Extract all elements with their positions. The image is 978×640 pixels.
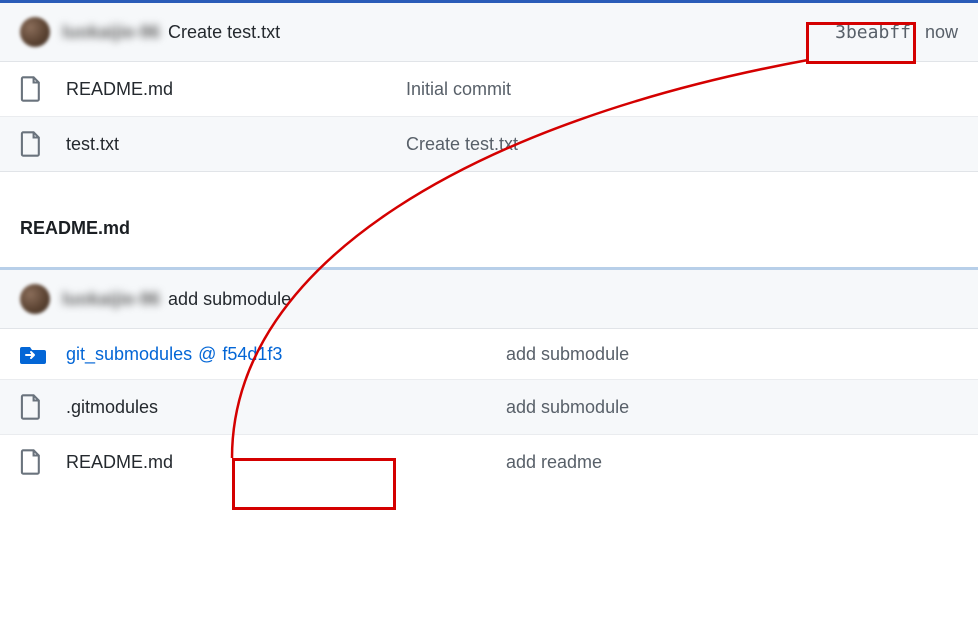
file-name[interactable]: README.md — [66, 79, 173, 100]
commit-message[interactable]: Create test.txt — [168, 22, 280, 43]
submodule-name[interactable]: git_submodules — [66, 344, 192, 365]
submodule-folder-icon — [20, 343, 46, 365]
file-name[interactable]: test.txt — [66, 134, 119, 155]
file-list-1: README.md Initial commit test.txt Create… — [0, 62, 978, 172]
file-row[interactable]: README.md add readme — [0, 434, 978, 489]
commit-message[interactable]: add submodule — [168, 289, 291, 310]
commit-header-1: luokaijie-96 Create test.txt 3beabff now — [0, 3, 978, 62]
file-list-2: git_submodules @ f54d1f3 add submodule .… — [0, 329, 978, 489]
commit-time: now — [925, 22, 958, 43]
file-icon — [20, 394, 42, 420]
submodule-hash[interactable]: f54d1f3 — [222, 344, 282, 365]
author-username[interactable]: luokaijie-96 — [62, 289, 160, 310]
author-username[interactable]: luokaijie-96 — [62, 22, 160, 43]
file-icon — [20, 449, 42, 475]
file-icon — [20, 76, 42, 102]
file-name[interactable]: README.md — [66, 452, 173, 473]
file-row[interactable]: git_submodules @ f54d1f3 add submodule — [0, 329, 978, 379]
file-row[interactable]: .gitmodules add submodule — [0, 379, 978, 434]
file-commit-message[interactable]: Create test.txt — [406, 134, 958, 155]
submodule-at: @ — [198, 344, 216, 365]
file-commit-message[interactable]: add submodule — [506, 397, 958, 418]
file-row[interactable]: README.md Initial commit — [0, 62, 978, 116]
file-commit-message[interactable]: add submodule — [506, 344, 958, 365]
file-row[interactable]: test.txt Create test.txt — [0, 116, 978, 171]
file-icon — [20, 131, 42, 157]
spacer — [0, 172, 978, 208]
file-commit-message[interactable]: add readme — [506, 452, 958, 473]
file-name[interactable]: .gitmodules — [66, 397, 158, 418]
readme-heading: README.md — [0, 208, 978, 267]
avatar[interactable] — [20, 284, 50, 314]
commit-header-2: luokaijie-96 add submodule — [0, 270, 978, 329]
file-commit-message[interactable]: Initial commit — [406, 79, 958, 100]
avatar[interactable] — [20, 17, 50, 47]
commit-sha[interactable]: 3beabff — [835, 22, 911, 43]
